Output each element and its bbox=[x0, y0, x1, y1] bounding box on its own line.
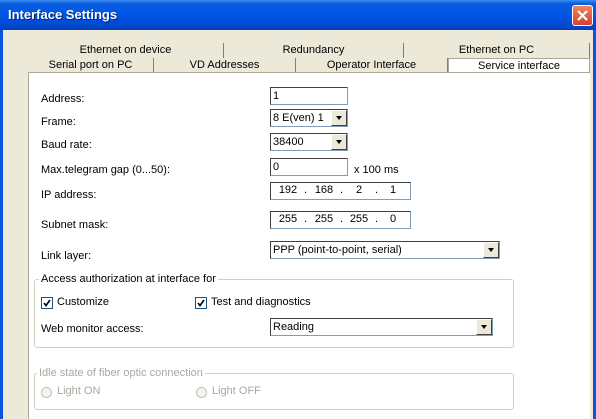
address-input[interactable]: 1 bbox=[270, 87, 348, 105]
tab-row-front: Serial port on PC VD Addresses Operator … bbox=[28, 58, 590, 74]
subnet-octet-3: 255 bbox=[349, 213, 369, 225]
subnet-dot: . bbox=[304, 213, 308, 225]
frame-label: Frame: bbox=[41, 116, 76, 128]
access-authorization-legend: Access authorization at interface for bbox=[39, 273, 218, 285]
light-off-radio[interactable] bbox=[196, 387, 207, 398]
baud-rate-label: Baud rate: bbox=[41, 139, 92, 151]
light-on-label[interactable]: Light ON bbox=[57, 385, 100, 397]
service-interface-panel: Address: 1 Frame: 8 E(ven) 1 Baud rate: … bbox=[28, 72, 590, 419]
baud-rate-select[interactable]: 38400 bbox=[270, 133, 348, 151]
light-off-label[interactable]: Light OFF bbox=[212, 385, 261, 397]
gap-input[interactable]: 0 bbox=[270, 158, 348, 176]
gap-label: Max.telegram gap (0...50): bbox=[41, 164, 171, 176]
link-layer-select[interactable]: PPP (point-to-point, serial) bbox=[270, 241, 500, 259]
frame-select[interactable]: 8 E(ven) 1 bbox=[270, 109, 348, 127]
check-icon bbox=[197, 299, 205, 307]
light-on-radio[interactable] bbox=[41, 387, 52, 398]
web-monitor-label: Web monitor access: bbox=[41, 323, 144, 335]
idle-state-legend: Idle state of fiber optic connection bbox=[37, 367, 205, 379]
tab-serial-port-on-pc[interactable]: Serial port on PC bbox=[28, 58, 154, 73]
chevron-down-icon[interactable] bbox=[476, 319, 492, 335]
ip-octet-4: 1 bbox=[389, 184, 397, 196]
tab-ethernet-on-device[interactable]: Ethernet on device bbox=[28, 43, 224, 58]
ip-octet-3: 2 bbox=[355, 184, 363, 196]
address-label: Address: bbox=[41, 93, 85, 105]
subnet-mask-input[interactable]: 255 . 255 . 255 . 0 bbox=[270, 211, 411, 229]
close-button[interactable] bbox=[572, 5, 593, 26]
window-title: Interface Settings bbox=[8, 7, 118, 22]
access-authorization-group: Access authorization at interface for Cu… bbox=[34, 273, 514, 348]
title-bar: Interface Settings bbox=[0, 0, 596, 30]
close-icon bbox=[577, 10, 588, 21]
check-icon bbox=[43, 299, 51, 307]
customize-checkbox[interactable] bbox=[41, 297, 53, 309]
web-monitor-value: Reading bbox=[273, 321, 314, 333]
tab-ethernet-on-pc[interactable]: Ethernet on PC bbox=[404, 43, 590, 58]
tab-operator-interface[interactable]: Operator Interface bbox=[296, 58, 448, 73]
idle-state-group: Idle state of fiber optic connection Lig… bbox=[34, 367, 514, 410]
link-layer-label: Link layer: bbox=[41, 250, 92, 262]
test-diagnostics-label[interactable]: Test and diagnostics bbox=[211, 296, 311, 308]
subnet-mask-label: Subnet mask: bbox=[41, 219, 109, 231]
frame-value: 8 E(ven) 1 bbox=[273, 112, 324, 124]
subnet-octet-4: 0 bbox=[389, 213, 397, 225]
subnet-octet-1: 255 bbox=[278, 213, 298, 225]
subnet-octet-2: 255 bbox=[314, 213, 334, 225]
ip-octet-2: 168 bbox=[314, 184, 334, 196]
ip-dot: . bbox=[304, 184, 308, 196]
link-layer-value: PPP (point-to-point, serial) bbox=[273, 244, 402, 256]
ip-dot: . bbox=[340, 184, 344, 196]
test-diagnostics-checkbox[interactable] bbox=[195, 297, 207, 309]
chevron-down-icon[interactable] bbox=[483, 242, 499, 258]
tab-redundancy[interactable]: Redundancy bbox=[224, 43, 404, 58]
ip-address-label: IP address: bbox=[41, 189, 97, 201]
ip-octet-1: 192 bbox=[278, 184, 298, 196]
web-monitor-select[interactable]: Reading bbox=[270, 318, 493, 336]
chevron-down-icon[interactable] bbox=[331, 110, 347, 126]
ip-address-input[interactable]: 192 . 168 . 2 . 1 bbox=[270, 182, 411, 200]
tab-vd-addresses[interactable]: VD Addresses bbox=[154, 58, 296, 73]
subnet-dot: . bbox=[340, 213, 344, 225]
chevron-down-icon[interactable] bbox=[331, 134, 347, 150]
baud-rate-value: 38400 bbox=[273, 136, 304, 148]
tab-row-back: Ethernet on device Redundancy Ethernet o… bbox=[28, 43, 590, 58]
customize-label[interactable]: Customize bbox=[57, 296, 109, 308]
gap-unit: x 100 ms bbox=[354, 164, 399, 176]
